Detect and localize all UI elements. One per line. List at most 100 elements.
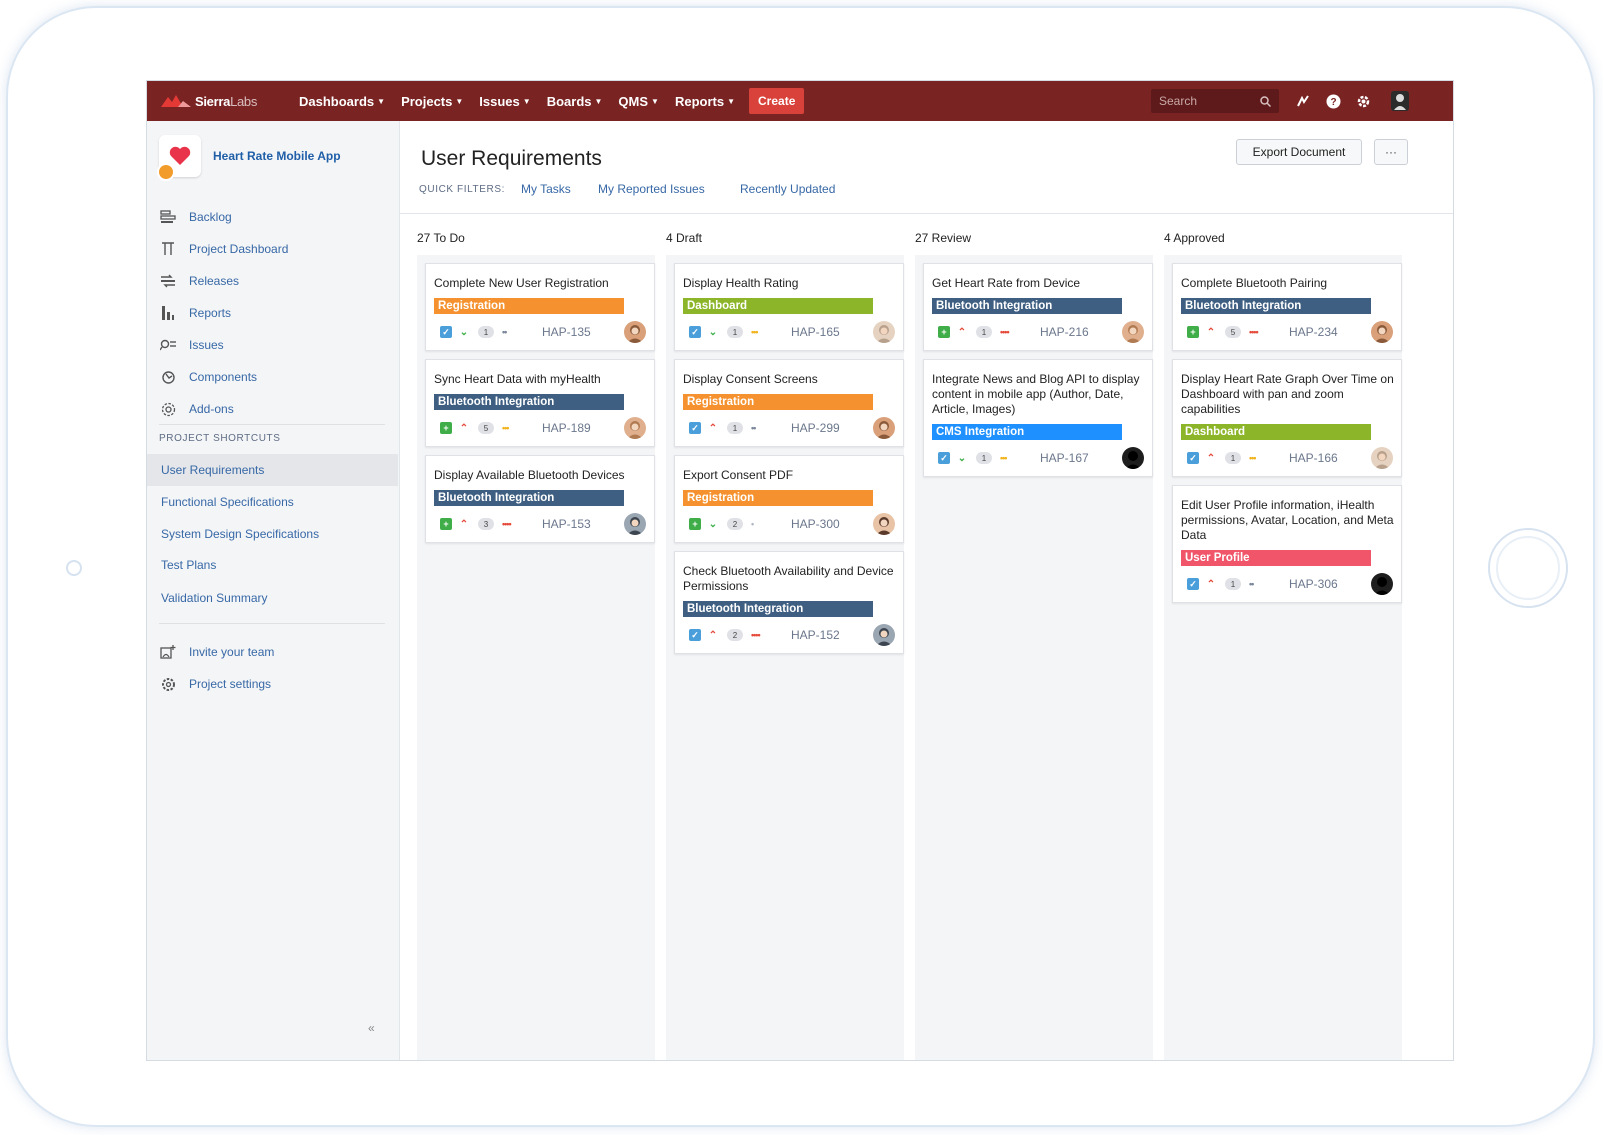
- board-column: 4 Draft Display Health Rating Dashboard ✓ ⌄ 1…: [666, 221, 904, 1060]
- task-type-icon: ✓: [689, 629, 701, 641]
- shortcut-test-plans[interactable]: Test Plans: [147, 549, 398, 581]
- priority-high-icon: ⌃: [1206, 452, 1216, 464]
- sidebar-item-invite-team[interactable]: Invite your team: [159, 636, 274, 668]
- sidebar-item-project-dashboard[interactable]: Project Dashboard: [159, 233, 288, 265]
- assignee-avatar[interactable]: [873, 321, 895, 343]
- assignee-avatar[interactable]: [1371, 321, 1393, 343]
- column-body: Complete Bluetooth Pairing Bluetooth Inte…: [1164, 255, 1402, 1060]
- issue-meta: ✓ ⌃ 2 •••• HAP-152: [689, 624, 895, 646]
- issue-key[interactable]: HAP-306: [1289, 577, 1349, 591]
- quick-filter-recently-updated[interactable]: Recently Updated: [740, 182, 835, 196]
- issue-title: Get Heart Rate from Device: [932, 276, 1081, 290]
- chevron-down-icon: ▼: [594, 96, 603, 106]
- priority-high-icon: ⌃: [459, 518, 469, 530]
- issue-key[interactable]: HAP-135: [542, 325, 602, 339]
- quick-filter-my-tasks[interactable]: My Tasks: [521, 182, 571, 196]
- issue-title: Integrate News and Blog API to display c…: [932, 372, 1140, 416]
- gear-icon[interactable]: [1355, 93, 1371, 109]
- assignee-avatar[interactable]: [624, 321, 646, 343]
- sidebar-item-backlog[interactable]: Backlog: [159, 201, 288, 233]
- create-button[interactable]: Create: [749, 88, 805, 114]
- assignee-avatar[interactable]: [624, 417, 646, 439]
- issue-key[interactable]: HAP-167: [1040, 451, 1100, 465]
- issue-key[interactable]: HAP-300: [791, 517, 851, 531]
- help-icon[interactable]: ?: [1325, 93, 1341, 109]
- tablet-home-button: [1488, 528, 1568, 608]
- export-document-button[interactable]: Export Document: [1236, 139, 1362, 165]
- sidebar-item-reports[interactable]: Reports: [159, 297, 288, 329]
- issue-card[interactable]: Sync Heart Data with myHealth Bluetooth I…: [425, 359, 655, 447]
- issue-card[interactable]: Display Consent Screens Registration ✓ ⌃ 1 ••…: [674, 359, 904, 447]
- shortcut-system-design-specifications[interactable]: System Design Specifications: [147, 518, 398, 550]
- estimate-dots-icon: ••: [1249, 579, 1254, 589]
- brand-logo[interactable]: SierraLabs: [161, 93, 283, 109]
- shortcut-validation-summary[interactable]: Validation Summary: [147, 582, 398, 614]
- story-points-badge: 5: [478, 422, 494, 434]
- story-type-icon: +: [1187, 326, 1199, 338]
- nav-reports[interactable]: Reports ▼: [675, 94, 735, 109]
- nav-projects[interactable]: Projects ▼: [401, 94, 463, 109]
- project-avatar: [157, 135, 201, 181]
- issue-card[interactable]: Display Health Rating Dashboard ✓ ⌄ 1 ••• HAP-…: [674, 263, 904, 351]
- heart-icon: [169, 146, 191, 165]
- issue-key[interactable]: HAP-234: [1289, 325, 1349, 339]
- nav-issues[interactable]: Issues ▼: [479, 94, 530, 109]
- sidebar-item-components[interactable]: Components: [159, 361, 288, 393]
- estimate-dots-icon: ••••: [751, 630, 761, 640]
- epic-label: Bluetooth Integration: [683, 601, 873, 617]
- assignee-avatar[interactable]: [1122, 321, 1144, 343]
- assignee-avatar[interactable]: [873, 624, 895, 646]
- sidebar-item-project-settings[interactable]: Project settings: [159, 668, 274, 700]
- assignee-avatar[interactable]: [873, 513, 895, 535]
- story-points-badge: 5: [1225, 326, 1241, 338]
- issue-card[interactable]: Integrate News and Blog API to display c…: [923, 359, 1153, 477]
- issue-card[interactable]: Check Bluetooth Availability and Device …: [674, 551, 904, 654]
- sidebar-footer-nav: Invite your team Project settings: [159, 636, 274, 700]
- issue-key[interactable]: HAP-153: [542, 517, 602, 531]
- epic-label: User Profile: [1181, 550, 1371, 566]
- project-header[interactable]: Heart Rate Mobile App: [157, 135, 341, 181]
- nav-boards[interactable]: Boards ▼: [547, 94, 603, 109]
- issue-card[interactable]: Complete Bluetooth Pairing Bluetooth Inte…: [1172, 263, 1402, 351]
- issue-key[interactable]: HAP-189: [542, 421, 602, 435]
- task-type-icon: ✓: [1187, 452, 1199, 464]
- shortcut-functional-specifications[interactable]: Functional Specifications: [147, 486, 398, 518]
- assignee-avatar[interactable]: [1122, 447, 1144, 469]
- issue-card[interactable]: Get Heart Rate from Device Bluetooth Inte…: [923, 263, 1153, 351]
- assignee-avatar[interactable]: [1371, 573, 1393, 595]
- issue-key[interactable]: HAP-165: [791, 325, 851, 339]
- issue-key[interactable]: HAP-216: [1040, 325, 1100, 339]
- sidebar-item-issues[interactable]: Issues: [159, 329, 288, 361]
- more-actions-button[interactable]: ···: [1374, 139, 1408, 165]
- nav-qms[interactable]: QMS ▼: [618, 94, 659, 109]
- user-avatar[interactable]: [1389, 90, 1411, 112]
- sidebar-nav: Backlog Project Dashboard Releases Repor…: [159, 201, 288, 425]
- sidebar-item-add-ons[interactable]: Add-ons: [159, 393, 288, 425]
- sidebar-item-releases[interactable]: Releases: [159, 265, 288, 297]
- issue-card[interactable]: Edit User Profile information, iHealth p…: [1172, 485, 1402, 603]
- issue-card[interactable]: Complete New User Registration Registrati…: [425, 263, 655, 351]
- issue-meta: ✓ ⌄ 1 ••• HAP-167: [938, 447, 1144, 469]
- svg-text:?: ?: [1330, 97, 1336, 108]
- quick-filter-my-reported-issues[interactable]: My Reported Issues: [598, 182, 705, 196]
- backlog-icon: [159, 208, 177, 226]
- issue-key[interactable]: HAP-166: [1289, 451, 1349, 465]
- nav-dashboards[interactable]: Dashboards ▼: [299, 94, 385, 109]
- issue-card[interactable]: Export Consent PDF Registration + ⌄ 2 • HAP-30…: [674, 455, 904, 543]
- collapse-sidebar-button[interactable]: «: [368, 1021, 375, 1035]
- issue-card[interactable]: Display Available Bluetooth Devices Bluet…: [425, 455, 655, 543]
- shortcut-user-requirements[interactable]: User Requirements: [147, 454, 398, 486]
- search-input[interactable]: Search: [1151, 89, 1279, 113]
- assignee-avatar[interactable]: [1371, 447, 1393, 469]
- issue-title: Display Heart Rate Graph Over Time on Da…: [1181, 372, 1394, 416]
- issue-card[interactable]: Display Heart Rate Graph Over Time on Da…: [1172, 359, 1402, 477]
- quick-filters-label: QUICK FILTERS:: [419, 184, 506, 195]
- column-body: Get Heart Rate from Device Bluetooth Inte…: [915, 255, 1153, 1060]
- assignee-avatar[interactable]: [873, 417, 895, 439]
- issue-key[interactable]: HAP-299: [791, 421, 851, 435]
- assignee-avatar[interactable]: [624, 513, 646, 535]
- priority-lowest-icon: ⌄: [708, 518, 718, 530]
- issue-key[interactable]: HAP-152: [791, 628, 851, 642]
- notifications-icon[interactable]: [1295, 93, 1311, 109]
- epic-label: Dashboard: [1181, 424, 1371, 440]
